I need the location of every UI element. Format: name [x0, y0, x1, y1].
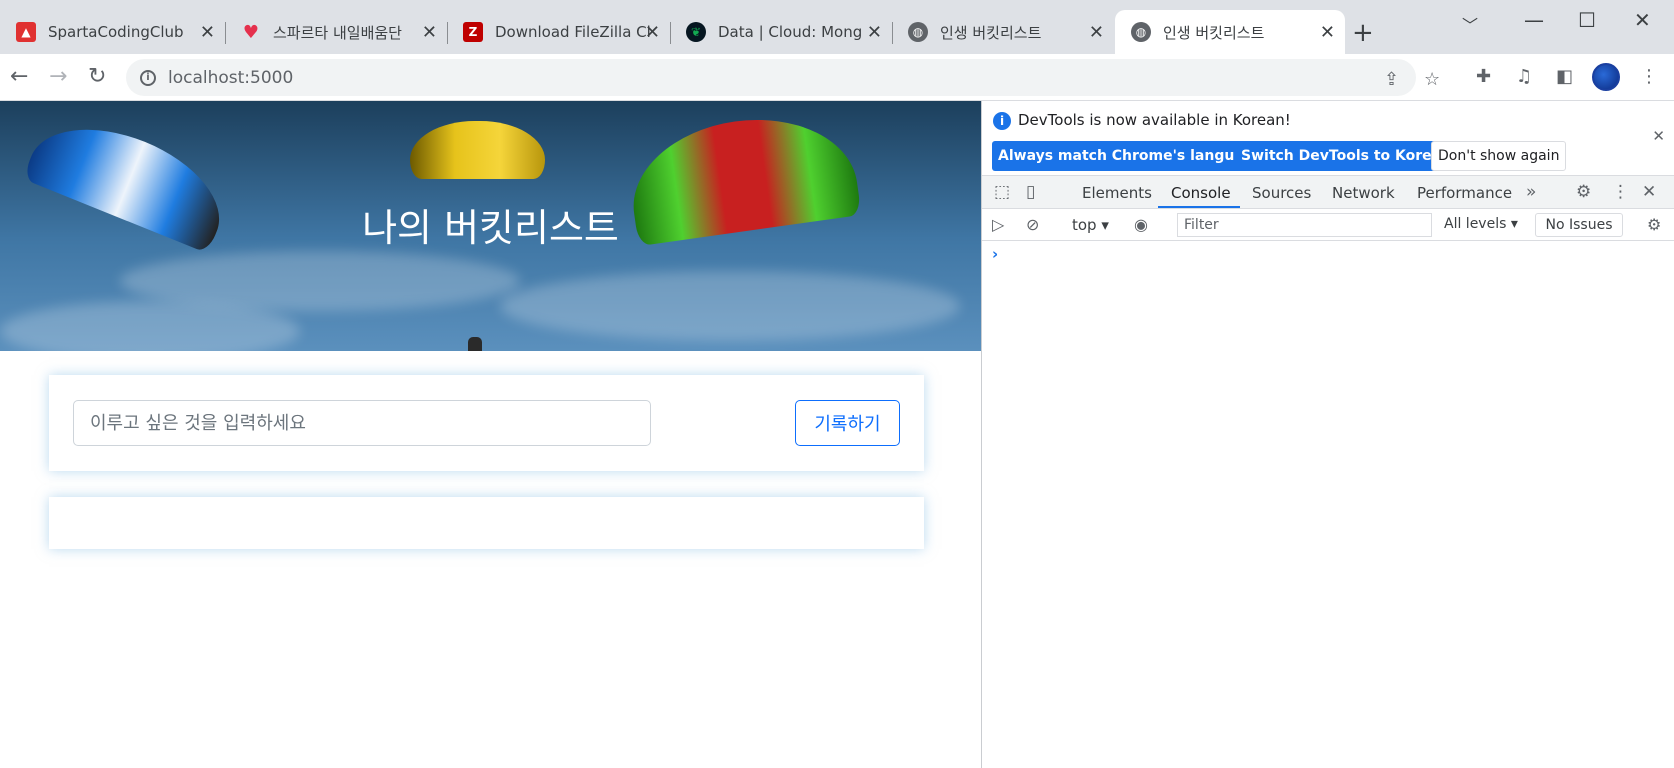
settings-gear-icon[interactable]: ⚙ — [1576, 182, 1591, 202]
device-toolbar-icon[interactable]: ▯ — [1026, 182, 1035, 202]
tab-console[interactable]: Console — [1171, 184, 1231, 202]
browser-tab[interactable]: ◍ 인생 버킷리스트 ✕ — [892, 10, 1114, 54]
back-icon[interactable]: ← — [10, 64, 28, 89]
globe-icon: ◍ — [1131, 22, 1151, 42]
console-toolbar: ▷ ⊘ top ▾ ◉ Filter All levels ▾ No Issue… — [982, 209, 1674, 241]
maximize-icon[interactable]: ☐ — [1578, 8, 1596, 32]
devtools-tab-bar: ⬚ ▯ Elements Console Sources Network Per… — [982, 175, 1674, 209]
globe-icon: ◍ — [908, 22, 928, 42]
more-menu-icon[interactable]: ⋮ — [1640, 66, 1658, 87]
tab-network[interactable]: Network — [1332, 184, 1395, 202]
hero-banner: 나의 버킷리스트 — [0, 101, 981, 351]
close-icon[interactable]: ✕ — [200, 22, 215, 43]
tab-title: 인생 버킷리스트 — [1163, 23, 1265, 42]
minimize-icon[interactable]: — — [1524, 8, 1544, 32]
bookmark-star-icon[interactable]: ☆ — [1424, 69, 1440, 90]
profile-avatar[interactable] — [1592, 63, 1620, 91]
switch-korean-button[interactable]: Switch DevTools to Korean — [1235, 141, 1458, 171]
tab-performance[interactable]: Performance — [1417, 184, 1512, 202]
parachute-yellow — [410, 121, 545, 179]
window-close-icon[interactable]: ✕ — [1634, 8, 1651, 32]
inspect-element-icon[interactable]: ⬚ — [994, 182, 1010, 202]
share-icon[interactable]: ⇪ — [1384, 69, 1399, 90]
close-icon[interactable]: ✕ — [1089, 22, 1104, 43]
address-bar[interactable]: i localhost:5000 ⇪ ☆ — [126, 59, 1440, 96]
info-icon: i — [993, 112, 1011, 130]
console-prompt[interactable]: › — [992, 245, 998, 263]
save-button[interactable]: 기록하기 — [795, 400, 900, 446]
close-icon[interactable]: ✕ — [422, 22, 437, 43]
close-icon[interactable]: ✕ — [867, 22, 882, 43]
reload-icon[interactable]: ↻ — [88, 64, 106, 89]
levels-label: All levels — [1444, 216, 1507, 232]
cloud — [500, 271, 960, 341]
tab-title: SpartaCodingClub — [48, 23, 184, 41]
extensions-puzzle-icon[interactable]: ✚ — [1476, 66, 1491, 87]
skydiver — [468, 337, 482, 351]
site-info-icon[interactable]: i — [140, 69, 156, 86]
browser-toolbar: ← → ↻ i localhost:5000 ⇪ ☆ ✚ ♫ ◧ ⋮ — [0, 54, 1674, 101]
more-tabs-icon[interactable]: » — [1526, 182, 1536, 202]
live-expression-eye-icon[interactable]: ◉ — [1134, 215, 1148, 234]
close-devtools-icon[interactable]: ✕ — [1642, 182, 1656, 202]
browser-tab[interactable]: ▲ SpartaCodingClub ✕ — [0, 10, 225, 54]
show-sidebar-icon[interactable]: ▷ — [992, 215, 1004, 234]
filezilla-icon: Z — [463, 22, 483, 42]
notice-message: DevTools is now available in Korean! — [1018, 111, 1291, 129]
console-filter-input[interactable]: Filter — [1177, 213, 1432, 237]
browser-tab[interactable]: Z Download FileZilla Cl ✕ — [447, 10, 670, 54]
heart-icon: ♥ — [242, 21, 260, 43]
page-title: 나의 버킷리스트 — [362, 206, 619, 250]
tab-elements[interactable]: Elements — [1082, 184, 1152, 202]
active-tab-indicator — [1158, 206, 1240, 208]
clear-console-icon[interactable]: ⊘ — [1026, 215, 1039, 234]
context-label: top — [1072, 216, 1097, 234]
close-icon[interactable]: ✕ — [645, 22, 660, 43]
devtools-panel: i DevTools is now available in Korean! ✕… — [981, 101, 1674, 768]
log-levels-dropdown[interactable]: All levels ▾ — [1444, 216, 1518, 232]
mongodb-leaf-icon: ❦ — [686, 22, 706, 42]
tab-title: 스파르타 내일배움단 — [273, 23, 402, 42]
tab-title: 인생 버킷리스트 — [940, 23, 1042, 42]
address-url[interactable]: localhost:5000 — [168, 68, 293, 88]
web-page: 나의 버킷리스트 기록하기 — [0, 101, 981, 768]
media-control-icon[interactable]: ♫ — [1516, 66, 1532, 87]
bucket-list-card — [49, 497, 924, 549]
dont-show-again-button[interactable]: Don't show again — [1431, 141, 1567, 171]
issues-button[interactable]: No Issues — [1535, 213, 1623, 237]
new-tab-icon[interactable]: + — [1352, 18, 1374, 48]
side-panel-icon[interactable]: ◧ — [1556, 66, 1573, 87]
tab-title: Data | Cloud: Mongo — [718, 23, 863, 41]
bucket-form-card: 기록하기 — [49, 375, 924, 471]
tab-search-icon[interactable]: ﹀ — [1462, 12, 1478, 36]
browser-tab[interactable]: ❦ Data | Cloud: Mongo ✕ — [670, 10, 892, 54]
language-notice: i DevTools is now available in Korean! ✕… — [982, 101, 1674, 175]
tab-title: Download FileZilla Cl — [495, 23, 651, 41]
context-selector[interactable]: top ▾ — [1072, 216, 1109, 234]
tab-sources[interactable]: Sources — [1252, 184, 1311, 202]
sparta-icon: ▲ — [16, 22, 36, 42]
browser-tab-active[interactable]: ◍ 인생 버킷리스트 ✕ — [1115, 10, 1345, 54]
bucket-input[interactable] — [73, 400, 651, 446]
console-settings-icon[interactable]: ⚙ — [1647, 215, 1661, 234]
match-language-button[interactable]: Always match Chrome's language — [992, 141, 1270, 171]
devtools-menu-icon[interactable]: ⋮ — [1612, 182, 1629, 202]
tab-strip: ▲ SpartaCodingClub ✕ ♥ 스파르타 내일배움단 ✕ Z Do… — [0, 0, 1674, 54]
close-icon[interactable]: ✕ — [1320, 22, 1335, 43]
close-notice-icon[interactable]: ✕ — [1652, 127, 1665, 145]
browser-tab[interactable]: ♥ 스파르타 내일배움단 ✕ — [225, 10, 447, 54]
forward-icon[interactable]: → — [49, 64, 67, 89]
